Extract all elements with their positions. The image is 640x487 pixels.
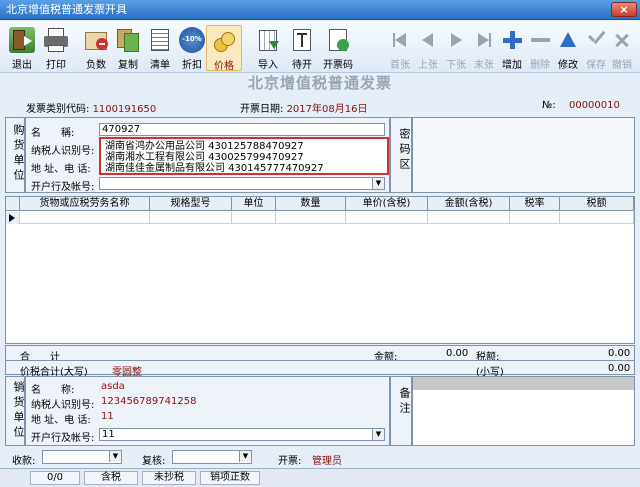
negative-icon <box>83 27 109 53</box>
status-sales-item: 销项正数 <box>200 471 260 485</box>
invoice-code-button[interactable]: 开票码 <box>320 25 356 71</box>
column-header[interactable]: 税额 <box>560 197 634 211</box>
seller-name-value: asda <box>101 381 125 392</box>
import-icon <box>255 27 281 53</box>
buyer-section-label: 购货单位 <box>12 124 25 184</box>
table-cell[interactable] <box>346 212 428 224</box>
column-header[interactable]: 税率 <box>510 197 560 211</box>
invoice-date: 开票日期: 2017年08月16日 <box>240 104 368 115</box>
list-button[interactable]: 清单 <box>142 25 178 71</box>
seller-taxid-value: 123456789741258 <box>101 396 197 407</box>
column-header[interactable]: 数量 <box>276 197 346 211</box>
amount-value: 0.00 <box>446 348 469 359</box>
status-tax-included: 含税 <box>84 471 138 485</box>
table-cell[interactable] <box>20 212 150 224</box>
buyer-bank-select[interactable]: ▼ <box>99 177 385 190</box>
table-cell[interactable] <box>560 212 634 224</box>
column-header[interactable]: 单位 <box>232 197 276 211</box>
buyer-taxid-label: 纳税人识别号: <box>31 146 95 157</box>
close-button[interactable]: × <box>611 2 637 17</box>
buyer-section-label-box: 购货单位 <box>5 117 25 193</box>
negative-button[interactable]: 负数 <box>78 25 114 71</box>
table-cell[interactable] <box>510 212 560 224</box>
buyer-name-input[interactable]: 470927 <box>99 123 385 136</box>
tax-value: 0.00 <box>608 348 631 359</box>
price-button[interactable]: 价格 <box>206 25 242 72</box>
print-button[interactable]: 打印 <box>38 25 74 71</box>
totals-section: 合 计 金额: 0.00 税额: 0.00 价税合计(大写) 零圆整 (小写) … <box>5 345 635 378</box>
seller-bank-select[interactable]: 11 ▼ <box>99 428 385 441</box>
chevron-down-icon[interactable]: ▼ <box>372 429 384 440</box>
seller-address-label: 地 址、电 话: <box>31 415 91 426</box>
password-area-label: 密码区 <box>398 128 411 173</box>
row-indicator-header <box>6 197 20 211</box>
remark-label-box: 备注 <box>390 376 412 446</box>
exit-button[interactable]: 退出 <box>4 25 40 71</box>
seller-info-box: 名 称: asda 纳税人识别号: 123456789741258 地 址、电 … <box>25 376 390 446</box>
reviewer-label: 复核: <box>142 456 166 467</box>
issuer-label: 开票: <box>278 456 302 467</box>
invoice-heading: 北京增值税普通发票 <box>247 74 392 92</box>
remark-label: 备注 <box>398 387 411 417</box>
seller-name-label: 名 称: <box>31 385 75 396</box>
seller-address-value: 11 <box>101 411 114 422</box>
row-indicator <box>6 212 20 224</box>
toolbar: 退出 打印 负数 复制 清单 -10% 折扣 价格 导入 待开 开票码 首张 上… <box>0 21 640 73</box>
pending-button[interactable]: 待开 <box>284 25 320 71</box>
seller-section-label: 销货单位 <box>12 381 25 441</box>
discount-icon: -10% <box>179 27 205 53</box>
password-area-label-box: 密码区 <box>390 117 412 193</box>
receiver-label: 收款: <box>12 456 36 467</box>
table-cell[interactable] <box>428 212 510 224</box>
list-item[interactable]: 湖南佳佳金属制品有限公司 430145777470927 <box>105 163 383 174</box>
password-area <box>412 117 635 193</box>
buyer-suggestion-list: 湖南省鸿办公用品公司 430125788470927 湖南湘水工程有限公司 43… <box>99 137 389 175</box>
receiver-select[interactable]: ▼ <box>42 450 122 464</box>
buyer-name-label: 名 稱: <box>31 128 75 139</box>
column-header[interactable]: 规格型号 <box>150 197 232 211</box>
window-title: 北京增值税普通发票开具 <box>6 3 127 16</box>
printer-icon <box>43 27 69 53</box>
list-icon <box>147 27 173 53</box>
total-small-value: 0.00 <box>608 363 631 374</box>
chevron-down-icon[interactable]: ▼ <box>239 451 251 462</box>
buyer-address-label: 地 址、电 话: <box>31 164 91 175</box>
chevron-down-icon[interactable]: ▼ <box>372 178 384 189</box>
list-item[interactable]: 湖南省鸿办公用品公司 430125788470927 <box>105 141 383 152</box>
status-unreported: 未抄税 <box>142 471 196 485</box>
column-header[interactable]: 金额(含税) <box>428 197 510 211</box>
price-icon <box>211 28 237 54</box>
exit-icon <box>9 27 35 53</box>
seller-taxid-label: 纳税人识别号: <box>31 400 95 411</box>
column-header[interactable]: 货物或应税劳务名称 <box>20 197 150 211</box>
buyer-bank-label: 开户行及帐号: <box>31 182 95 193</box>
type-code: 发票类别代码: 1100191650 <box>26 104 157 115</box>
table-cell[interactable] <box>232 212 276 224</box>
remark-area[interactable] <box>412 376 635 446</box>
reviewer-select[interactable]: ▼ <box>172 450 252 464</box>
undo-icon <box>609 27 635 53</box>
goods-table: 货物或应税劳务名称 规格型号 单位 数量 单价(含税) 金额(含税) 税率 税额 <box>5 196 635 344</box>
discount-button[interactable]: -10% 折扣 <box>174 25 210 71</box>
seller-bank-label: 开户行及帐号: <box>31 433 95 444</box>
table-row[interactable] <box>6 212 634 224</box>
issuer-value: 管理员 <box>312 456 342 467</box>
table-cell[interactable] <box>150 212 232 224</box>
row-pointer-icon <box>9 214 15 222</box>
invoice-code-icon <box>325 27 351 53</box>
copy-button[interactable]: 复制 <box>110 25 146 71</box>
list-item[interactable]: 湖南湘水工程有限公司 430025799470927 <box>105 152 383 163</box>
copy-icon <box>115 27 141 53</box>
import-button[interactable]: 导入 <box>250 25 286 71</box>
window-title-bar: 北京增值税普通发票开具 × <box>0 0 640 20</box>
undo-button[interactable]: 撤销 <box>604 25 640 71</box>
seller-section-label-box: 销货单位 <box>5 376 25 446</box>
column-header[interactable]: 单价(含税) <box>346 197 428 211</box>
status-bar: 0/0 含税 未抄税 销项正数 <box>0 468 640 487</box>
chevron-down-icon[interactable]: ▼ <box>109 451 121 462</box>
table-cell[interactable] <box>276 212 346 224</box>
pending-icon <box>289 27 315 53</box>
invoice-number: №: 00000010 <box>542 100 620 111</box>
status-count: 0/0 <box>30 471 80 485</box>
